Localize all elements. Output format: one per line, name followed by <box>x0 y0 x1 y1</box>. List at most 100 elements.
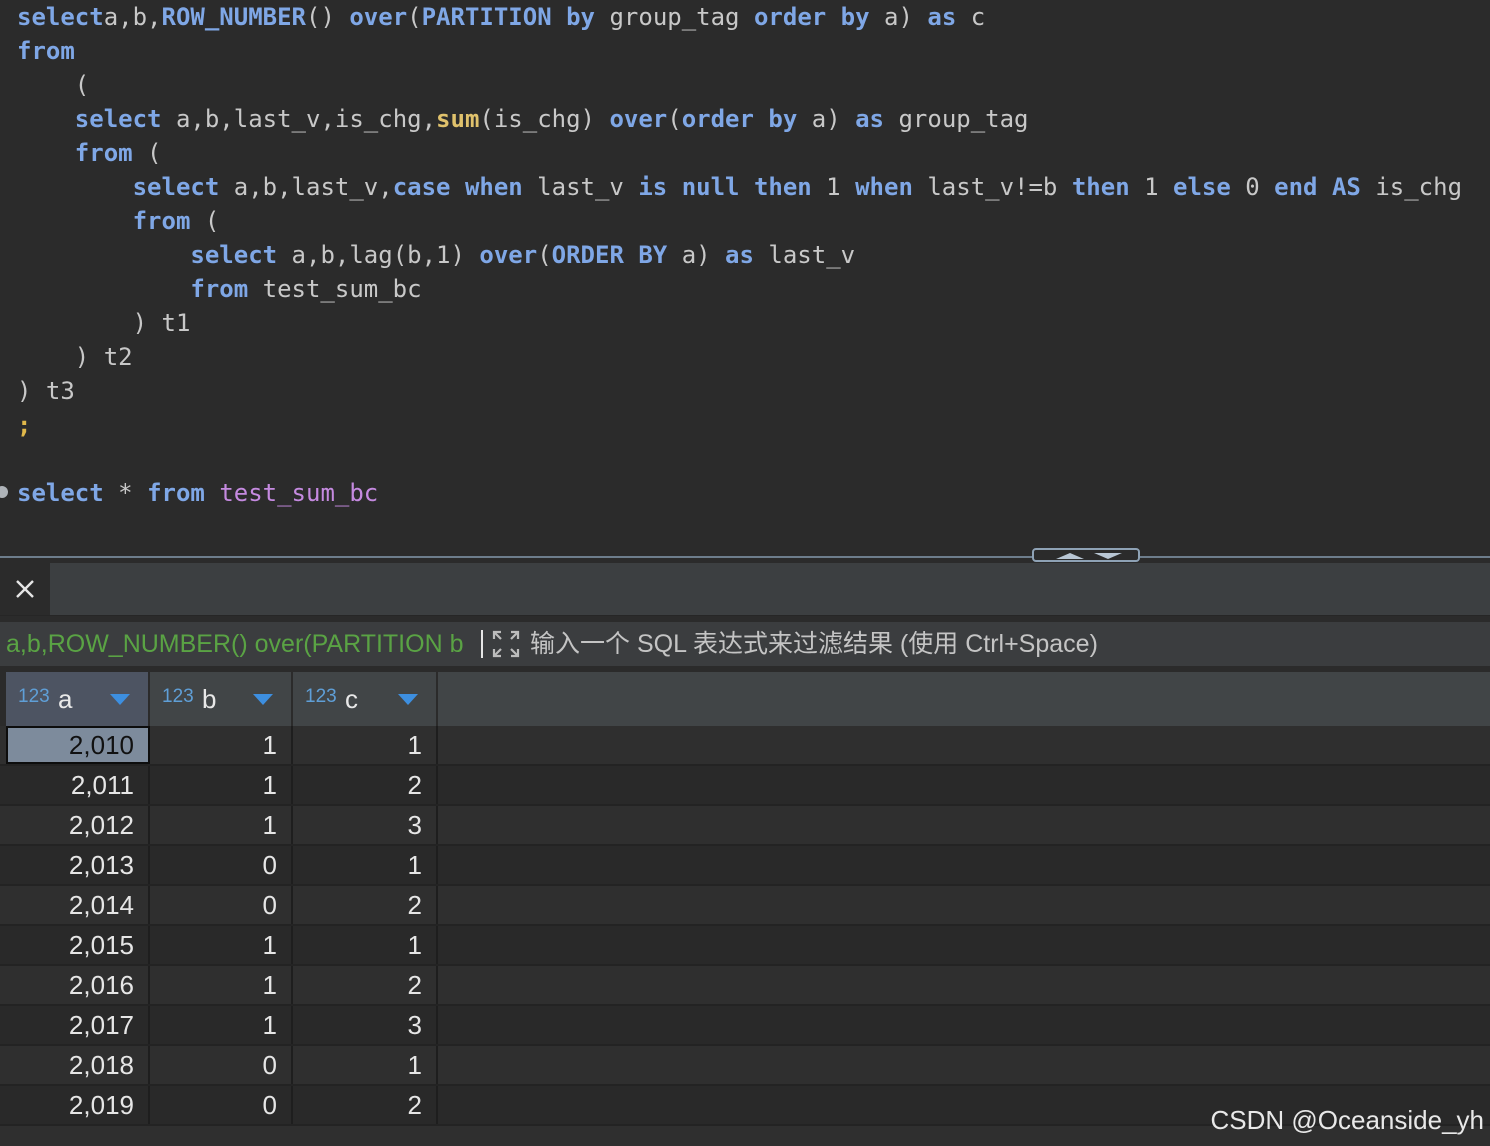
sql-token: ( <box>407 3 422 31</box>
table-cell-b[interactable]: 1 <box>150 806 293 844</box>
sql-keyword: case <box>392 173 451 201</box>
table-row[interactable]: 2,012 1 3 <box>0 806 1490 846</box>
table-row[interactable]: 2,016 1 2 <box>0 966 1490 1006</box>
table-cell-a[interactable]: 2,010 <box>6 726 150 764</box>
table-row[interactable]: 2,010 1 1 <box>0 726 1490 766</box>
table-cell-c[interactable]: 2 <box>293 1086 438 1124</box>
table-cell-a[interactable]: 2,013 <box>6 846 150 884</box>
table-cell-c[interactable]: 2 <box>293 886 438 924</box>
sql-table-name: test_sum_bc <box>219 479 379 507</box>
sql-token: ( <box>132 139 162 167</box>
expand-icon[interactable] <box>490 628 522 660</box>
table-cell-b[interactable]: 0 <box>150 846 293 884</box>
sql-keyword: end <box>1274 173 1318 201</box>
table-cell-b[interactable]: 0 <box>150 886 293 924</box>
chevron-down-icon <box>1094 553 1122 559</box>
sql-editor[interactable]: selecta,b,ROW_NUMBER() over(PARTITION by… <box>0 0 1490 556</box>
sql-keyword: ROW_NUMBER <box>161 3 307 31</box>
table-cell-c[interactable]: 1 <box>293 846 438 884</box>
sql-keyword: as <box>927 3 957 31</box>
sql-keyword: over <box>349 3 408 31</box>
results-grid: 123 a 123 b 123 c 2,010 1 1 2,011 1 2 2,012 1 3 2… <box>0 672 1490 1146</box>
splitter-toggle-handle[interactable] <box>1032 548 1140 562</box>
code-line: ( <box>17 68 89 102</box>
sql-keyword: order <box>753 3 827 31</box>
filter-input[interactable]: a,b,ROW_NUMBER() over(PARTITION b <box>6 622 478 666</box>
table-cell-b[interactable]: 1 <box>150 926 293 964</box>
sql-token: last_v <box>753 241 856 269</box>
sql-keyword: select <box>17 479 104 507</box>
code-line: select a,b,lag(b,1) over(ORDER BY a) as … <box>17 238 855 272</box>
filter-dropdown-icon[interactable] <box>253 694 273 705</box>
sql-keyword: over <box>609 105 668 133</box>
sql-token: ) t1 <box>17 309 191 337</box>
code-line: ) t2 <box>17 340 133 374</box>
table-cell-b[interactable]: 1 <box>150 1006 293 1044</box>
table-cell-a[interactable]: 2,012 <box>6 806 150 844</box>
sql-token: * <box>103 479 148 507</box>
table-cell-a[interactable]: 2,019 <box>6 1086 150 1124</box>
table-row[interactable]: 2,011 1 2 <box>0 766 1490 806</box>
code-line: ) t3 <box>17 374 75 408</box>
table-row[interactable]: 2,017 1 3 <box>0 1006 1490 1046</box>
table-cell-c[interactable]: 3 <box>293 806 438 844</box>
table-cell-a[interactable]: 2,016 <box>6 966 150 1004</box>
filter-placeholder: 输入一个 SQL 表达式来过滤结果 (使用 Ctrl+Space) <box>530 630 1098 658</box>
sql-keyword: is <box>638 173 668 201</box>
code-line: select a,b,last_v,case when last_v is nu… <box>17 170 1462 204</box>
code-line: from ( <box>17 204 220 238</box>
column-header-c[interactable]: 123 c <box>293 672 438 726</box>
table-cell-b[interactable]: 0 <box>150 1046 293 1084</box>
table-cell-a[interactable]: 2,017 <box>6 1006 150 1044</box>
close-results-button[interactable] <box>0 563 50 615</box>
table-cell-c[interactable]: 2 <box>293 766 438 804</box>
filter-dropdown-icon[interactable] <box>398 694 418 705</box>
table-cell-c[interactable]: 2 <box>293 966 438 1004</box>
column-header-a[interactable]: 123 a <box>6 672 150 726</box>
sql-keyword: from <box>74 139 133 167</box>
sql-token: ( <box>190 207 220 235</box>
table-row[interactable]: 2,014 0 2 <box>0 886 1490 926</box>
table-cell-b[interactable]: 1 <box>150 966 293 1004</box>
table-cell-a[interactable]: 2,014 <box>6 886 150 924</box>
sql-keyword: from <box>132 207 191 235</box>
sql-keyword: BY <box>638 241 668 269</box>
watermark: CSDN @Oceanside_yh <box>1210 1105 1484 1135</box>
table-cell-c[interactable]: 1 <box>293 726 438 764</box>
sql-keyword: as <box>725 241 754 269</box>
current-statement-marker-icon <box>0 486 8 498</box>
table-cell-b[interactable]: 1 <box>150 766 293 804</box>
sql-keyword: select <box>74 105 162 133</box>
table-row[interactable]: 2,018 0 1 <box>0 1046 1490 1086</box>
sql-token: () <box>306 3 350 31</box>
table-cell-a[interactable]: 2,015 <box>6 926 150 964</box>
code-line: select * from test_sum_bc <box>17 476 378 510</box>
table-cell-b[interactable]: 0 <box>150 1086 293 1124</box>
table-cell-c[interactable]: 3 <box>293 1006 438 1044</box>
column-header-b[interactable]: 123 b <box>150 672 293 726</box>
panel-splitter[interactable] <box>0 556 1490 558</box>
sql-token: a) <box>797 105 856 133</box>
sql-keyword: AS <box>1331 173 1361 201</box>
sql-keyword: from <box>147 479 205 507</box>
sql-token: 0 <box>1230 173 1275 201</box>
table-cell-a[interactable]: 2,011 <box>6 766 150 804</box>
sql-token: ( <box>17 71 90 99</box>
table-cell-a[interactable]: 2,018 <box>6 1046 150 1084</box>
table-cell-b[interactable]: 1 <box>150 726 293 764</box>
sql-keyword: by <box>840 3 870 31</box>
sql-token: last_v <box>522 173 639 201</box>
sql-keyword: PARTITION <box>421 3 552 31</box>
table-cell-c[interactable]: 1 <box>293 1046 438 1084</box>
table-cell-c[interactable]: 1 <box>293 926 438 964</box>
sql-keyword: from <box>190 275 249 303</box>
sql-token: a) <box>667 241 726 269</box>
filter-dropdown-icon[interactable] <box>110 694 130 705</box>
sql-function: sum <box>436 105 480 133</box>
table-row[interactable]: 2,013 0 1 <box>0 846 1490 886</box>
table-row[interactable]: 2,015 1 1 <box>0 926 1490 966</box>
sql-token: a,b,last_v,is_chg, <box>161 105 437 133</box>
